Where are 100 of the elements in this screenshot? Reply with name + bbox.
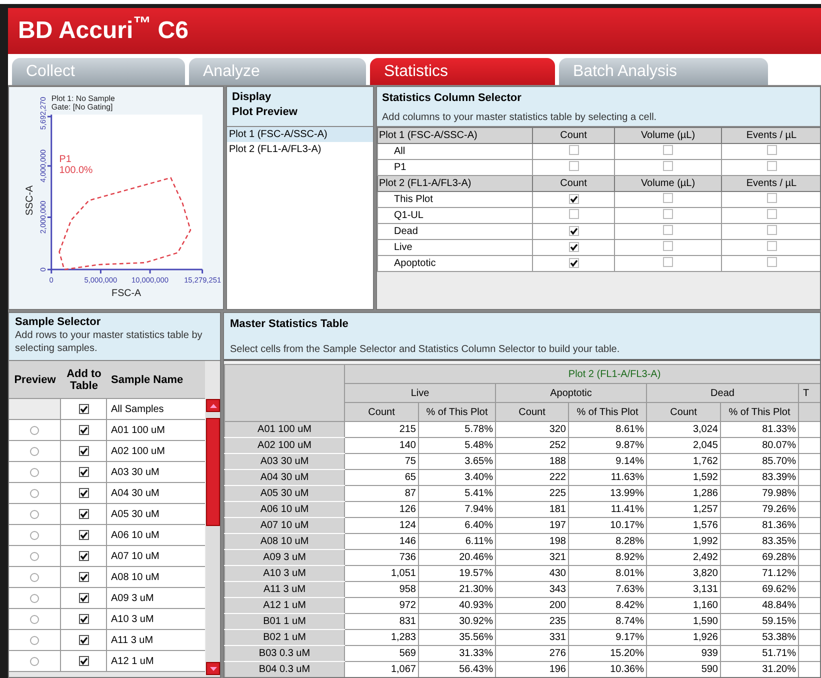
table-cell: 9.87%: [568, 438, 646, 454]
sample-name: A06 10 uM: [107, 525, 205, 545]
table-cell: 35.56%: [418, 630, 496, 646]
table-cell: 11.41%: [568, 502, 646, 518]
checkbox[interactable]: [78, 551, 88, 561]
checkbox[interactable]: [78, 614, 88, 624]
table-cell: 69.28%: [720, 550, 798, 566]
column-header: Count: [532, 128, 614, 144]
table-cell: 11.63%: [568, 470, 646, 486]
checkbox[interactable]: [568, 258, 578, 268]
table-cell: 56.43%: [418, 662, 496, 677]
radio-button[interactable]: [30, 510, 39, 518]
panel-description: Add rows to your master statistics table by selecting samples.: [15, 329, 204, 355]
gate-label: Gate: [No Gating]: [51, 102, 113, 112]
scroll-down-button[interactable]: [206, 662, 220, 675]
gate-percent: 100.0%: [59, 164, 93, 176]
checkbox[interactable]: [568, 194, 578, 204]
table-cell: 65: [344, 470, 418, 486]
checkbox[interactable]: [766, 161, 776, 171]
checkbox[interactable]: [568, 145, 578, 155]
table-cell: 3.65%: [418, 454, 496, 470]
checkbox[interactable]: [663, 257, 673, 267]
plot-header: Plot 2 (FL1-A/FL3-A): [344, 364, 820, 384]
table-cell: 3,131: [646, 582, 720, 598]
radio-button[interactable]: [30, 594, 39, 602]
checkbox[interactable]: [766, 193, 776, 203]
table-cell: 276: [496, 646, 568, 662]
column-header: Count: [646, 402, 720, 422]
table-cell: 331: [496, 630, 568, 646]
table-cell: 198: [496, 534, 568, 550]
scrollbar[interactable]: [206, 399, 220, 677]
checkbox[interactable]: [568, 226, 578, 236]
radio-button[interactable]: [30, 614, 39, 624]
row-header: A03 30 uM: [224, 454, 344, 470]
table-cell: 222: [496, 470, 568, 486]
checkbox[interactable]: [766, 209, 776, 219]
table-cell: 5.41%: [418, 486, 496, 502]
table-cell: 126: [344, 502, 418, 518]
checkbox[interactable]: [78, 572, 88, 582]
checkbox[interactable]: [663, 145, 673, 155]
radio-button[interactable]: [30, 552, 39, 560]
panel-subtitle: Plot Preview: [232, 105, 298, 120]
checkbox[interactable]: [78, 446, 88, 456]
radio-button[interactable]: [30, 468, 39, 476]
checkbox[interactable]: [78, 635, 88, 645]
panel-title: Statistics Column Selector: [382, 91, 522, 106]
radio-button[interactable]: [30, 656, 39, 666]
table-cell: 1,592: [646, 470, 720, 486]
table-cell: 9.14%: [568, 454, 646, 470]
table-cell: 321: [496, 550, 568, 566]
table-cell: 939: [646, 646, 720, 662]
tab[interactable]: Statistics: [370, 58, 555, 85]
checkbox[interactable]: [568, 242, 578, 252]
table-cell: 590: [646, 662, 720, 677]
checkbox[interactable]: [568, 209, 578, 219]
checkbox[interactable]: [766, 145, 776, 155]
checkbox[interactable]: [663, 225, 673, 235]
checkbox[interactable]: [78, 509, 88, 519]
group-header: Plot 1 (FSC-A/SSC-A): [378, 128, 532, 144]
scroll-up-button[interactable]: [206, 399, 220, 412]
checkbox[interactable]: [78, 488, 88, 498]
checkbox[interactable]: [663, 241, 673, 251]
checkbox[interactable]: [78, 656, 88, 666]
table-cell: 8.92%: [568, 550, 646, 566]
table-cell: 8.28%: [568, 534, 646, 550]
sample-name: A05 30 uM: [107, 504, 205, 524]
row-header: B02 1 uM: [224, 630, 344, 646]
table-cell: 10.17%: [568, 518, 646, 534]
sample-name: A12 1 uM: [107, 651, 205, 671]
checkbox[interactable]: [663, 161, 673, 171]
checkbox[interactable]: [78, 467, 88, 477]
table-cell: 10.36%: [568, 662, 646, 677]
checkbox[interactable]: [663, 193, 673, 203]
row-label: Apoptotic: [378, 256, 532, 272]
radio-button[interactable]: [30, 572, 39, 582]
checkbox[interactable]: [663, 209, 673, 219]
checkbox[interactable]: [766, 257, 776, 267]
checkbox[interactable]: [766, 241, 776, 251]
radio-button[interactable]: [30, 488, 39, 498]
panel-description: Add columns to your master statistics table by selecting a cell.: [382, 110, 658, 124]
table-cell: 6.40%: [418, 518, 496, 534]
radio-button[interactable]: [30, 446, 39, 456]
radio-button[interactable]: [30, 426, 39, 434]
radio-button[interactable]: [30, 530, 39, 540]
column-header: Events / µL: [722, 176, 820, 192]
checkbox[interactable]: [78, 404, 88, 414]
table-cell: 6.11%: [418, 534, 496, 550]
table-cell: 3.40%: [418, 470, 496, 486]
column-header: Sample Name: [110, 372, 184, 388]
checkbox[interactable]: [78, 425, 88, 435]
plot-list-item[interactable]: Plot 1 (FSC-A/SSC-A): [227, 127, 373, 142]
checkbox[interactable]: [568, 161, 578, 171]
checkbox[interactable]: [78, 530, 88, 540]
checkbox[interactable]: [78, 593, 88, 603]
table-cell: 197: [496, 518, 568, 534]
radio-button[interactable]: [30, 636, 39, 644]
scroll-thumb[interactable]: [206, 418, 220, 526]
table-cell: 8.42%: [568, 598, 646, 614]
table-cell: 13.99%: [568, 486, 646, 502]
checkbox[interactable]: [766, 225, 776, 235]
